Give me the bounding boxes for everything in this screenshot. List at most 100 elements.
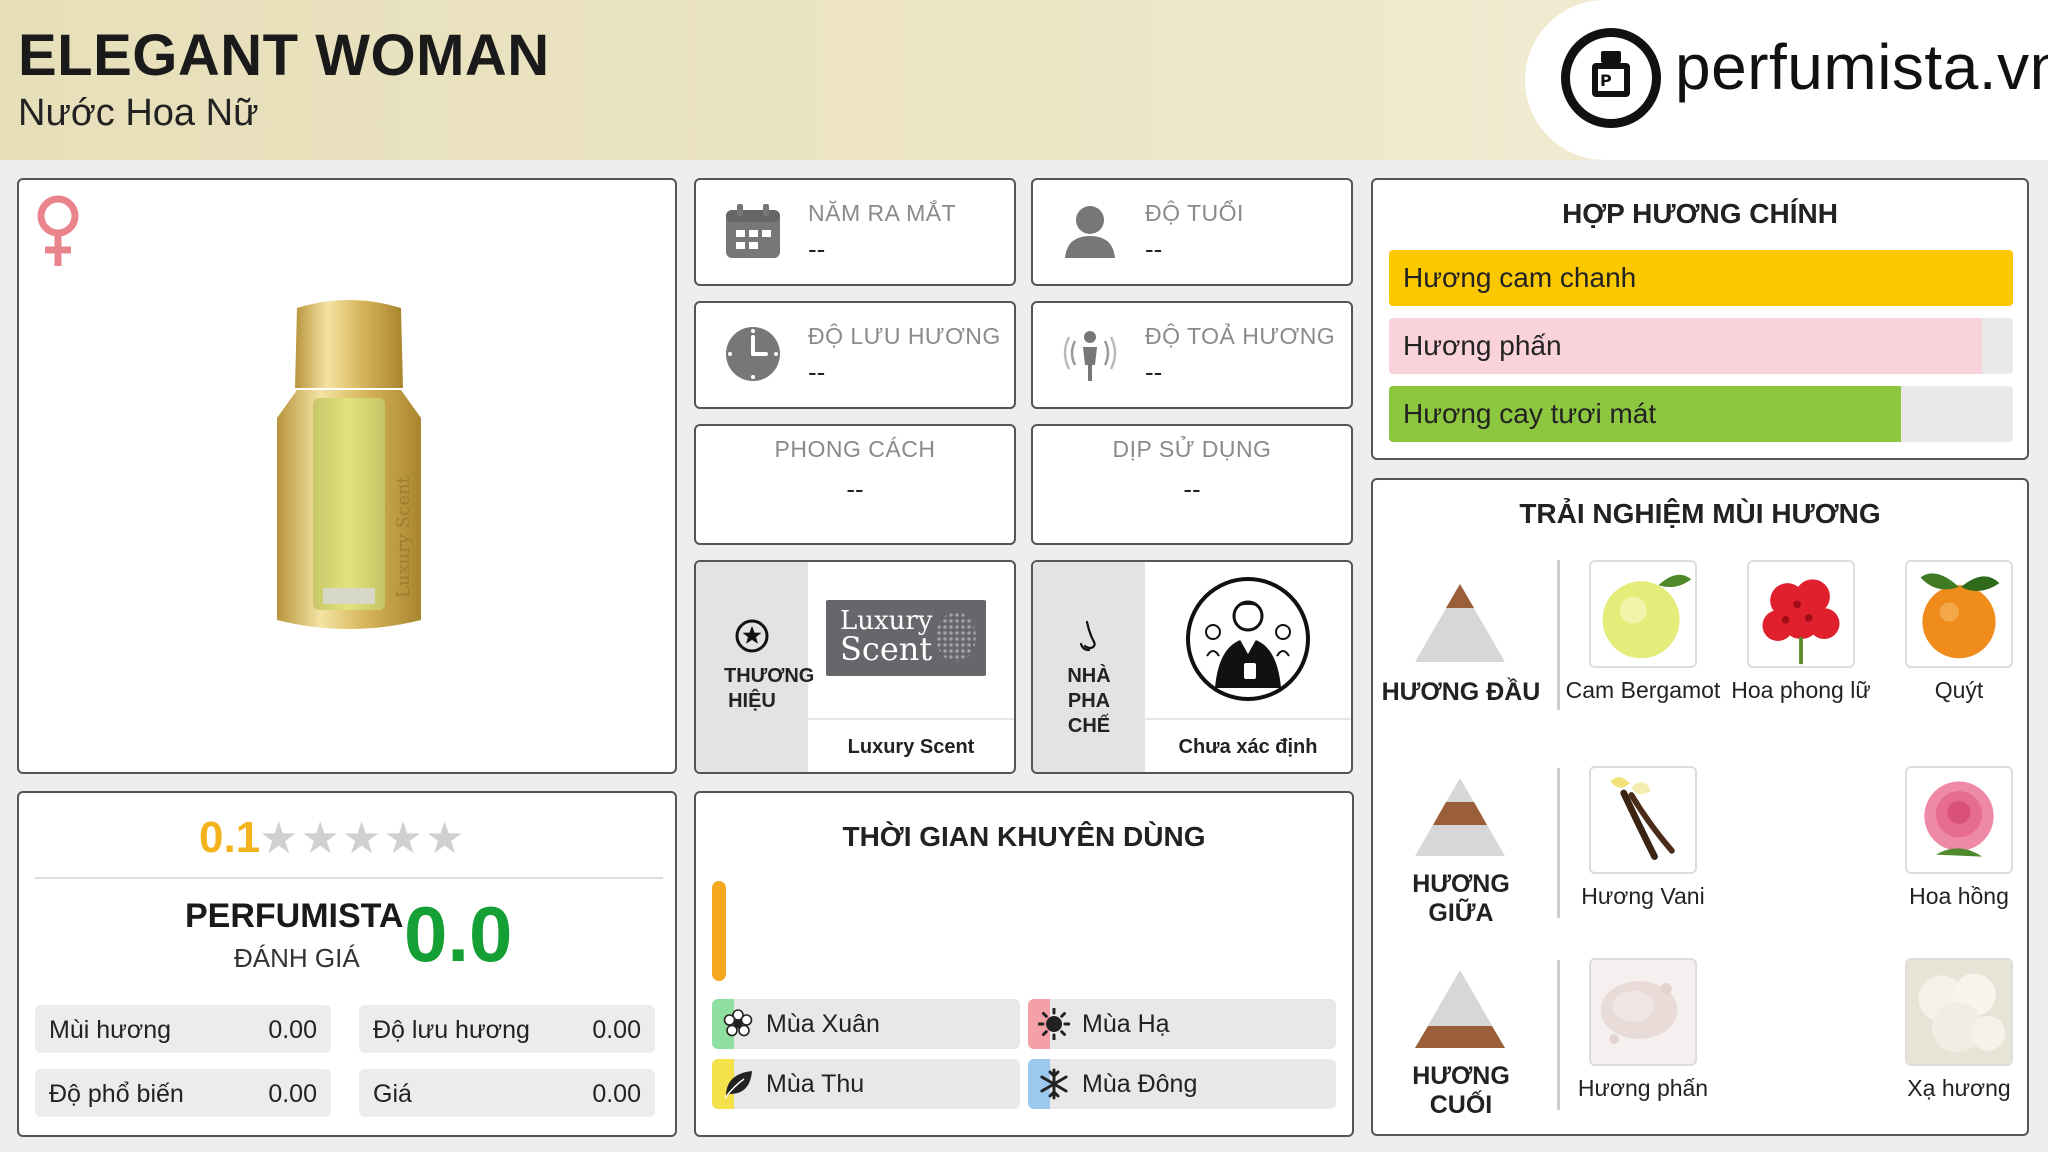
metric-label: Mùi hương [49, 1016, 172, 1044]
female-icon [37, 195, 79, 266]
product-image-card: Luxury Scent [17, 178, 677, 774]
mandarin-icon [1905, 560, 2013, 668]
top-notes-label: HƯƠNG ĐẦU [1381, 678, 1541, 706]
metric-value: 0.00 [268, 1080, 317, 1108]
accord-fresh-spicy: Hương cay tươi mát [1389, 386, 2013, 442]
flower-icon [723, 1009, 753, 1037]
brand-side-panel: THƯƠNG HIỆU [696, 562, 815, 772]
notes-title: TRẢI NGHIỆM MÙI HƯƠNG [1519, 498, 1881, 529]
age-card: ĐỘ TUỔI -- [1031, 178, 1353, 286]
logo-text: perfumista.vn [1675, 31, 2048, 103]
season-autumn: Mùa Thu [712, 1059, 1020, 1109]
perfumer-card[interactable]: NHÀ PHA CHẾ Chưa xác định [1031, 560, 1353, 774]
style-card: PHONG CÁCH -- [694, 424, 1016, 545]
brand-logo-image: Luxury Scent [826, 600, 986, 676]
metric-label: Độ phổ biến [49, 1080, 184, 1108]
metric-value: 0.00 [592, 1080, 641, 1108]
divider [1557, 768, 1560, 918]
info-label: ĐỘ TOẢ HƯƠNG [1145, 323, 1336, 349]
metric-value: 0.00 [592, 1016, 641, 1044]
main-accords-card: HỢP HƯƠNG CHÍNH Hương cam chanh Hương ph… [1371, 178, 2029, 460]
note-label: Xạ hương [1907, 1075, 2011, 1101]
leaf-icon [724, 1071, 752, 1099]
season-label: Mùa Đông [1082, 1070, 1198, 1098]
note-label: Hương phấn [1577, 1075, 1709, 1101]
star-icon[interactable]: ★ [300, 814, 341, 863]
vanilla-icon [1589, 766, 1697, 874]
star-icon[interactable]: ★ [342, 814, 383, 863]
bergamot-icon [1589, 560, 1697, 668]
star-icon[interactable]: ★ [383, 814, 424, 863]
perfumista-label: PERFUMISTA [185, 897, 404, 935]
accord-citrus: Hương cam chanh [1389, 250, 2013, 306]
perfumer-name[interactable]: Chưa xác định [1145, 718, 1351, 772]
metric-label: Độ lưu hương [373, 1016, 530, 1044]
sun-icon [1038, 1008, 1070, 1040]
metric-scent: Mùi hương 0.00 [35, 1005, 331, 1053]
page-header: ELEGANT WOMAN Nước Hoa Nữ P perfumista.v… [0, 0, 2048, 160]
product-title: ELEGANT WOMAN [18, 23, 550, 88]
snowflake-icon [1040, 1068, 1068, 1100]
note-label: Hoa hồng [1909, 883, 2009, 909]
metric-longevity: Độ lưu hương 0.00 [359, 1005, 655, 1053]
star-icon[interactable]: ★ [259, 814, 300, 863]
middle-notes-pyramid-icon [1415, 778, 1505, 856]
info-value: -- [846, 474, 864, 504]
brand-logo-line2: Scent [840, 630, 933, 668]
product-subtitle: Nước Hoa Nữ [18, 92, 259, 134]
perfumista-score: 0.0 [404, 890, 513, 978]
divider [1557, 560, 1560, 710]
star-circle-icon [735, 619, 769, 653]
note-label: Cam Bergamot [1565, 677, 1721, 703]
season-label: Mùa Hạ [1082, 1010, 1170, 1038]
metric-popularity: Độ phổ biến 0.00 [35, 1069, 331, 1117]
powder-icon [1589, 958, 1697, 1066]
info-value: -- [1145, 357, 1163, 387]
longevity-card: ĐỘ LƯU HƯƠNG -- [694, 301, 1016, 409]
divider [35, 877, 663, 879]
geranium-icon [1747, 560, 1855, 668]
radiating-person-icon [1063, 331, 1117, 381]
top-notes-pyramid-icon [1415, 584, 1505, 662]
info-label: NĂM RA MẮT [808, 200, 957, 226]
clock-icon [726, 327, 780, 381]
base-notes-pyramid-icon [1415, 970, 1505, 1048]
info-value: -- [1183, 474, 1201, 504]
season-winter: Mùa Đông [1028, 1059, 1336, 1109]
info-value: -- [808, 357, 826, 387]
season-spring: Mùa Xuân [712, 999, 1020, 1049]
rating-stars[interactable]: ★★★★★ [259, 813, 466, 864]
note-label: Hương Vani [1581, 883, 1705, 909]
person-icon [1065, 206, 1115, 258]
accord-powdery: Hương phấn [1389, 318, 2013, 374]
info-label: ĐỘ TUỔI [1145, 200, 1244, 226]
user-rating-score: 0.1 [199, 813, 261, 862]
season-summer: Mùa Hạ [1028, 999, 1336, 1049]
note-label: Quýt [1934, 677, 1984, 703]
accords-title: HỢP HƯƠNG CHÍNH [1562, 198, 1838, 229]
time-of-day-bar [712, 881, 726, 981]
info-value: -- [808, 234, 826, 264]
nose-icon [1079, 620, 1096, 652]
metric-price: Giá 0.00 [359, 1069, 655, 1117]
info-label: PHONG CÁCH [774, 436, 936, 462]
season-label: Mùa Thu [766, 1070, 865, 1098]
calendar-icon [726, 204, 780, 258]
brand-card[interactable]: THƯƠNG HIỆU Luxury Scent Luxury Scent [694, 560, 1016, 774]
scent-notes-card: TRẢI NGHIỆM MÙI HƯƠNG HƯƠNG ĐẦU Cam Berg… [1371, 478, 2029, 1136]
star-icon[interactable]: ★ [425, 814, 466, 863]
brand-name[interactable]: Luxury Scent [808, 718, 1014, 772]
season-label: Mùa Xuân [766, 1010, 880, 1038]
brand-label: THƯƠNG HIỆU [724, 665, 815, 712]
launch-year-card: NĂM RA MẮT -- [694, 178, 1016, 286]
occasion-card: DỊP SỬ DỤNG -- [1031, 424, 1353, 545]
perfumer-side-panel: NHÀ PHA CHẾ [1033, 562, 1145, 772]
musk-icon [1905, 958, 2013, 1066]
svg-text:Luxury Scent: Luxury Scent [393, 476, 414, 598]
middle-notes-label: HƯƠNG GIỮA [1412, 870, 1510, 927]
perfume-bottle-logo-icon: P [1561, 28, 1661, 128]
info-label: ĐỘ LƯU HƯƠNG [808, 323, 1001, 349]
perfume-bottle-image: Luxury Scent [277, 300, 421, 629]
brand-logo[interactable]: P perfumista.vn [1525, 0, 2048, 160]
info-label: DỊP SỬ DỤNG [1112, 436, 1272, 462]
